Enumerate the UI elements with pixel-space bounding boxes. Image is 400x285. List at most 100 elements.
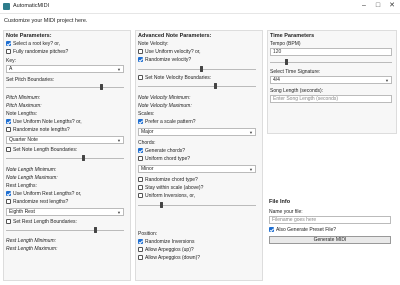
slider-thumb[interactable] [160,202,163,208]
randomize-velocity-label: Randomize velocity? [145,57,192,63]
note-length-minimum-label: Note Length Minimum: [6,167,57,173]
prefer-scale-label: Prefer a scale pattern? [145,119,196,125]
velocity-maximum-label: Note Velocity Maximum: [138,103,192,109]
time-parameters-panel: Time Parameters Tempo (BPM) Select Time … [267,30,397,134]
minimize-icon[interactable]: – [357,1,371,11]
uniform-rest-checkbox[interactable] [6,191,11,196]
length-boundaries-slider[interactable] [6,155,124,161]
pitch-maximum-label: Pitch Maximum: [6,103,42,109]
uniform-chord-label: Uniform chord type? [145,156,191,162]
scale-value: Major [141,129,154,135]
tempo-input[interactable] [270,48,392,56]
time-signature-dropdown[interactable]: 4/4 ▼ [270,76,392,84]
randomize-pitches-label: Fully randomize pitches? [13,49,69,55]
rest-lengths-label: Rest Lengths: [6,183,37,189]
randomize-lengths-checkbox[interactable] [6,127,11,132]
time-signature-label: Select Time Signature: [270,69,321,75]
note-lengths-label: Note Lengths: [6,111,38,117]
rest-boundaries-checkbox[interactable] [6,219,11,224]
length-boundaries-checkbox[interactable] [6,147,11,152]
key-label: Key: [6,58,17,64]
stay-in-scale-label: Stay within scale (above)? [145,185,204,191]
arpeggios-up-checkbox[interactable] [138,247,143,252]
rest-boundaries-slider[interactable] [6,227,124,233]
close-icon[interactable]: ✕ [385,1,399,11]
randomize-lengths-label: Randomize note lengths? [13,127,70,133]
uniform-chord-checkbox[interactable] [138,156,143,161]
generate-midi-button[interactable]: Generate MIDI [269,236,391,244]
chevron-down-icon: ▼ [385,78,389,83]
uniform-lengths-checkbox[interactable] [6,119,11,124]
app-icon [3,3,10,10]
uniform-inversions-label: Uniform Inversions, or, [145,193,196,199]
uniform-inversions-checkbox[interactable] [138,193,143,198]
pitch-boundaries-slider[interactable] [6,84,124,90]
key-dropdown[interactable]: A ▼ [6,65,124,73]
length-boundaries-label: Set Note Length Boundaries: [13,147,78,153]
velocity-boundaries-checkbox[interactable] [138,75,143,80]
preset-file-checkbox[interactable] [269,227,274,232]
randomize-velocity-checkbox[interactable] [138,57,143,62]
arpeggios-down-checkbox[interactable] [138,255,143,260]
select-root-key-label: Select a root key? or, [13,41,60,47]
velocity-boundaries-slider[interactable] [138,83,256,89]
slider-thumb[interactable] [285,59,288,65]
file-name-input[interactable] [269,216,391,224]
chord-type-dropdown[interactable]: Minor ▼ [138,165,256,173]
randomize-chord-checkbox[interactable] [138,177,143,182]
note-parameters-panel: Note Parameters: Select a root key? or, … [3,30,131,281]
rest-length-value: Eighth Rest [9,209,35,215]
slider-thumb[interactable] [100,84,103,90]
inversions-slider[interactable] [138,202,256,208]
rest-length-maximum-label: Rest Length Maximum: [6,246,58,252]
advanced-note-parameters-panel: Advanced Note Parameters: Note Velocity:… [135,30,263,281]
uniform-rest-label: Use Uniform Rest Lengths? or, [13,191,82,197]
time-parameters-header: Time Parameters [270,33,315,39]
note-length-value: Quarter Note [9,137,38,143]
chevron-down-icon: ▼ [249,130,253,135]
randomize-rest-checkbox[interactable] [6,199,11,204]
prefer-scale-checkbox[interactable] [138,119,143,124]
scale-dropdown[interactable]: Major ▼ [138,128,256,136]
randomize-chord-label: Randomize chord type? [145,177,198,183]
maximize-icon[interactable]: □ [371,1,385,11]
window-title: AutomaticMIDI [13,3,50,9]
slider-thumb[interactable] [200,66,203,72]
file-name-label: Name your file: [269,209,303,215]
slider-thumb[interactable] [214,83,217,89]
randomize-pitches-checkbox[interactable] [6,49,11,54]
note-length-dropdown[interactable]: Quarter Note ▼ [6,136,124,144]
chevron-down-icon: ▼ [117,138,121,143]
pitch-minimum-label: Pitch Minimum: [6,95,41,101]
uniform-velocity-label: Use Uniform velocity? or, [145,49,201,55]
select-root-key-checkbox[interactable] [6,41,11,46]
slider-thumb[interactable] [82,155,85,161]
arpeggios-up-label: Allow Arpeggios (up)? [145,247,194,253]
key-value: A [9,66,13,72]
rest-length-minimum-label: Rest Length Minimum: [6,238,57,244]
tempo-label: Tempo (BPM) [270,41,301,47]
stay-in-scale-checkbox[interactable] [138,185,143,190]
velocity-boundaries-label: Set Note Velocity Boundaries: [145,75,212,81]
song-length-input[interactable] [270,95,392,103]
pitch-boundaries-label: Set Pitch Boundaries: [6,77,55,83]
file-info-header: File Info [269,199,291,205]
chevron-down-icon: ▼ [249,167,253,172]
randomize-inversions-checkbox[interactable] [138,239,143,244]
file-info-panel: File Info Name your file: Also Generate … [267,199,397,251]
velocity-slider[interactable] [138,66,256,72]
chord-type-value: Minor [141,166,154,172]
note-length-maximum-label: Note Length Maximum: [6,175,58,181]
note-parameters-header: Note Parameters: [6,33,52,39]
subtitle: Customize your MIDI project here. [4,18,88,24]
randomize-inversions-label: Randomize Inversions [145,239,195,245]
slider-thumb[interactable] [94,227,97,233]
uniform-velocity-checkbox[interactable] [138,49,143,54]
position-label: Position: [138,231,158,237]
generate-chords-checkbox[interactable] [138,148,143,153]
arpeggios-down-label: Allow Arpeggios (down)? [145,255,201,261]
chevron-down-icon: ▼ [117,210,121,215]
tempo-slider[interactable] [270,59,392,65]
rest-length-dropdown[interactable]: Eighth Rest ▼ [6,208,124,216]
time-signature-value: 4/4 [273,77,280,83]
